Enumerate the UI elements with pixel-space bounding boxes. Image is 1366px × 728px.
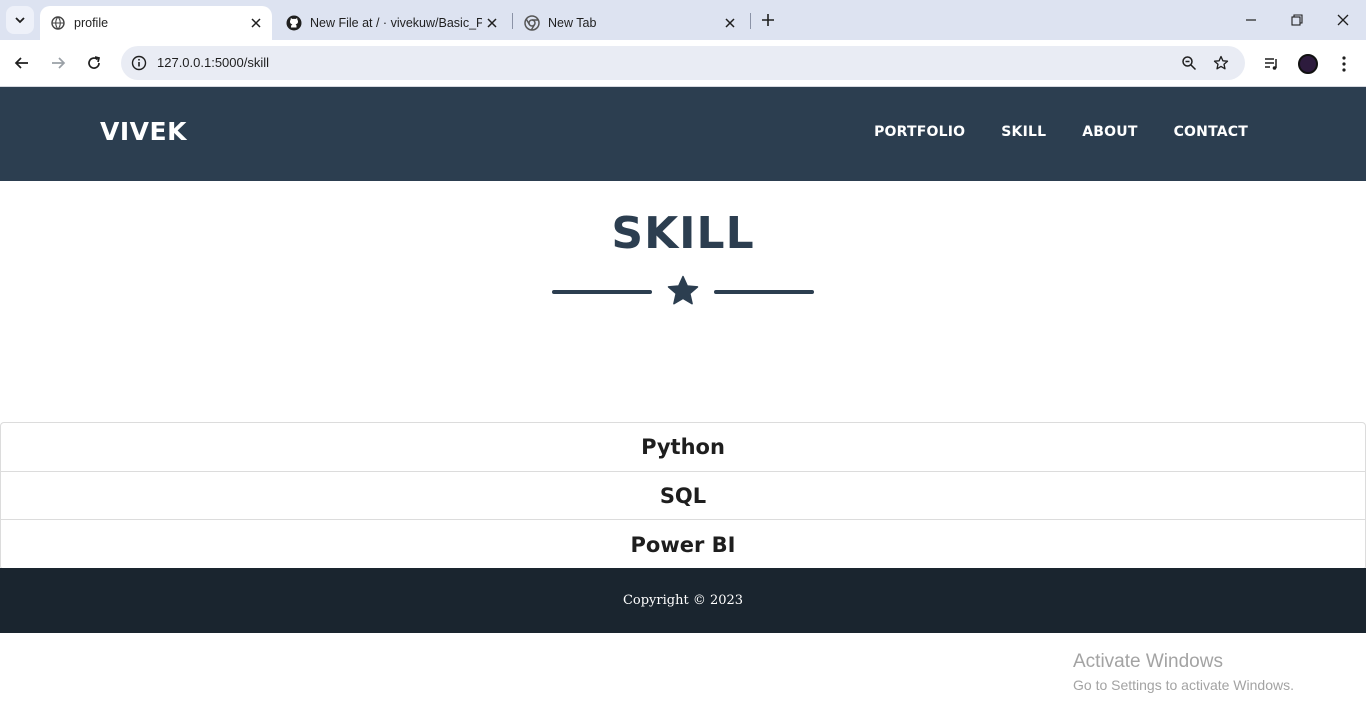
tab-search-button[interactable] — [6, 6, 34, 34]
tab-separator — [750, 13, 751, 29]
site-navbar: VIVEK PORTFOLIO SKILL ABOUT CONTACT — [0, 87, 1366, 181]
reload-button[interactable] — [79, 48, 109, 78]
tab-new-tab[interactable]: New Tab — [514, 6, 746, 40]
restore-button[interactable] — [1274, 0, 1320, 40]
nav-links: PORTFOLIO SKILL ABOUT CONTACT — [874, 124, 1248, 140]
nav-link-about[interactable]: ABOUT — [1082, 124, 1137, 140]
nav-link-portfolio[interactable]: PORTFOLIO — [874, 124, 965, 140]
profile-button[interactable] — [1296, 52, 1320, 76]
close-window-button[interactable] — [1320, 0, 1366, 40]
tab-title: profile — [74, 16, 109, 30]
globe-icon — [50, 15, 66, 31]
back-button[interactable] — [7, 48, 37, 78]
tab-title: New File at / · vivekuw/Basic_Po — [310, 16, 482, 30]
zoom-icon[interactable] — [1179, 53, 1199, 73]
minimize-button[interactable] — [1228, 0, 1274, 40]
list-item: Python — [1, 423, 1365, 472]
site-info-icon[interactable] — [129, 53, 149, 73]
media-queue-icon — [1265, 58, 1277, 70]
divider-line — [552, 290, 652, 294]
title-divider — [552, 272, 814, 312]
watermark-subtitle: Go to Settings to activate Windows. — [1073, 677, 1294, 693]
media-controls-button[interactable] — [1260, 52, 1284, 76]
list-item: Power BI — [630, 532, 736, 557]
nav-link-skill[interactable]: SKILL — [1001, 124, 1046, 140]
github-icon — [286, 15, 302, 31]
tab-separator — [512, 13, 513, 29]
chevron-down-icon — [15, 17, 25, 24]
browser-toolbar: 127.0.0.1:5000/skill — [0, 40, 1366, 87]
reload-icon — [88, 56, 101, 69]
menu-button[interactable] — [1332, 52, 1356, 76]
arrow-left-icon — [14, 57, 28, 69]
star-icon — [667, 275, 699, 305]
copyright-text: Copyright © 2023 — [622, 593, 744, 608]
new-tab-button[interactable] — [756, 8, 780, 32]
address-bar[interactable]: 127.0.0.1:5000/skill — [121, 46, 1245, 80]
url-text[interactable]: 127.0.0.1:5000/skill — [157, 55, 269, 70]
chrome-icon — [524, 15, 540, 31]
skills-list: Python SQL Power BI — [0, 422, 1366, 571]
minimize-icon — [1246, 19, 1256, 21]
more-vert-icon — [1342, 56, 1346, 72]
forward-button[interactable] — [43, 48, 73, 78]
divider-line — [714, 290, 814, 294]
tab-title: New Tab — [548, 16, 597, 30]
bookmark-star-icon[interactable] — [1211, 53, 1231, 73]
avatar — [1298, 54, 1318, 74]
tab-profile[interactable]: profile — [40, 6, 272, 40]
close-icon — [1337, 14, 1349, 26]
watermark-title: Activate Windows — [1073, 651, 1223, 672]
restore-icon — [1291, 14, 1303, 26]
arrow-right-icon — [52, 57, 66, 69]
close-icon[interactable] — [246, 13, 266, 33]
close-icon[interactable] — [720, 13, 740, 33]
activation-watermark: Activate Windows Go to Settings to activ… — [1073, 651, 1294, 693]
tab-github[interactable]: New File at / · vivekuw/Basic_Po — [276, 6, 508, 40]
site-footer: Copyright © 2023 — [0, 568, 1366, 633]
page-title: SKILL — [611, 208, 755, 259]
close-icon[interactable] — [482, 13, 502, 33]
nav-link-contact[interactable]: CONTACT — [1174, 124, 1248, 140]
site-brand[interactable]: VIVEK — [100, 117, 187, 146]
browser-tab-strip: profile New File at / · vivekuw/Basic_Po… — [0, 0, 1366, 40]
plus-icon — [762, 14, 774, 26]
list-item: SQL — [1, 472, 1365, 521]
